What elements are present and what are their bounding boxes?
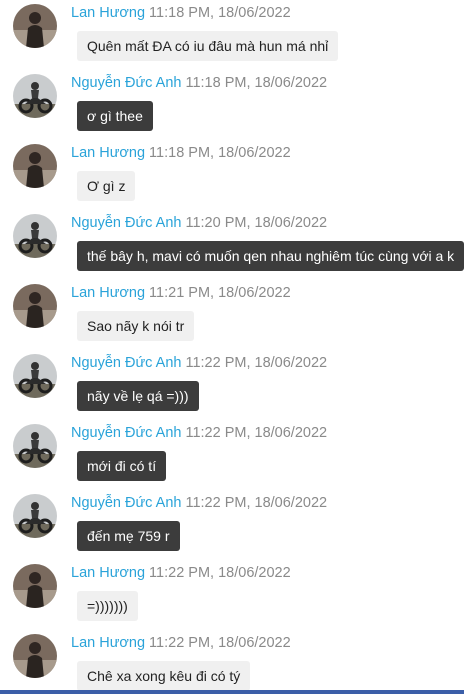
message-timestamp: 11:22 PM, 18/06/2022 — [185, 425, 328, 441]
message-header: Nguyễn Đức Anh 11:18 PM, 18/06/2022 — [71, 75, 327, 91]
sender-name[interactable]: Lan Hương — [71, 285, 145, 301]
message-timestamp: 11:20 PM, 18/06/2022 — [185, 215, 328, 231]
message-timestamp: 11:22 PM, 18/06/2022 — [149, 565, 291, 581]
chat-message: Nguyễn Đức Anh 11:22 PM, 18/06/2022 nãy v… — [0, 350, 464, 420]
message-timestamp: 11:22 PM, 18/06/2022 — [185, 495, 328, 511]
avatar-nguyen-duc-anh[interactable] — [13, 74, 57, 118]
message-bubble: Quên mất ĐA có iu đâu mà hun má nhỉ — [77, 31, 339, 61]
sender-name[interactable]: Lan Hương — [71, 5, 145, 21]
avatar-lan-huong[interactable] — [13, 144, 57, 188]
message-header: Lan Hương 11:21 PM, 18/06/2022 — [71, 285, 291, 301]
message-header: Lan Hương 11:18 PM, 18/06/2022 — [71, 5, 291, 21]
avatar-lan-huong[interactable] — [13, 284, 57, 328]
avatar-nguyen-duc-anh[interactable] — [13, 354, 57, 398]
message-timestamp: 11:21 PM, 18/06/2022 — [149, 285, 291, 301]
chat-message: Lan Hương 11:18 PM, 18/06/2022 Quên mất Đ… — [0, 0, 464, 70]
sender-name[interactable]: Nguyễn Đức Anh — [71, 215, 181, 231]
message-timestamp: 11:22 PM, 18/06/2022 — [185, 355, 328, 371]
message-bubble: Chê xa xong kêu đi có tý — [77, 661, 251, 691]
message-bubble: Ơ gì z — [77, 171, 136, 201]
avatar-lan-huong[interactable] — [13, 634, 57, 678]
avatar-nguyen-duc-anh[interactable] — [13, 424, 57, 468]
chat-message: Nguyễn Đức Anh 11:20 PM, 18/06/2022 thế b… — [0, 210, 464, 280]
sender-name[interactable]: Nguyễn Đức Anh — [71, 495, 181, 511]
chat-message: Lan Hương 11:18 PM, 18/06/2022 Ơ gì z — [0, 140, 464, 210]
chat-message: Lan Hương 11:21 PM, 18/06/2022 Sao nãy k … — [0, 280, 464, 350]
message-timestamp: 11:18 PM, 18/06/2022 — [185, 75, 328, 91]
message-bubble: ơ gì thee — [77, 101, 153, 131]
sender-name[interactable]: Lan Hương — [71, 145, 145, 161]
bottom-bar — [0, 690, 464, 694]
message-timestamp: 11:18 PM, 18/06/2022 — [149, 145, 291, 161]
message-header: Nguyễn Đức Anh 11:20 PM, 18/06/2022 — [71, 215, 327, 231]
message-bubble: =))))))) — [77, 591, 138, 621]
avatar-lan-huong[interactable] — [13, 4, 57, 48]
message-header: Lan Hương 11:22 PM, 18/06/2022 — [71, 635, 291, 651]
message-bubble: mới đi có tí — [77, 451, 167, 481]
avatar-lan-huong[interactable] — [13, 564, 57, 608]
message-timestamp: 11:18 PM, 18/06/2022 — [149, 5, 291, 21]
message-timestamp: 11:22 PM, 18/06/2022 — [149, 635, 291, 651]
sender-name[interactable]: Nguyễn Đức Anh — [71, 75, 181, 91]
message-header: Nguyễn Đức Anh 11:22 PM, 18/06/2022 — [71, 495, 327, 511]
chat-message-list[interactable]: Lan Hương 11:18 PM, 18/06/2022 Quên mất Đ… — [0, 0, 464, 691]
sender-name[interactable]: Lan Hương — [71, 635, 145, 651]
message-bubble: nãy về lẹ qá =))) — [77, 381, 199, 411]
chat-message: Nguyễn Đức Anh 11:18 PM, 18/06/2022 ơ gì … — [0, 70, 464, 140]
message-header: Nguyễn Đức Anh 11:22 PM, 18/06/2022 — [71, 425, 327, 441]
chat-message: Nguyễn Đức Anh 11:22 PM, 18/06/2022 đến m… — [0, 490, 464, 560]
sender-name[interactable]: Lan Hương — [71, 565, 145, 581]
message-header: Nguyễn Đức Anh 11:22 PM, 18/06/2022 — [71, 355, 327, 371]
avatar-nguyen-duc-anh[interactable] — [13, 214, 57, 258]
message-bubble: Sao nãy k nói tr — [77, 311, 195, 341]
avatar-nguyen-duc-anh[interactable] — [13, 494, 57, 538]
message-header: Lan Hương 11:22 PM, 18/06/2022 — [71, 565, 291, 581]
message-bubble: đến mẹ 759 r — [77, 521, 180, 551]
message-header: Lan Hương 11:18 PM, 18/06/2022 — [71, 145, 291, 161]
sender-name[interactable]: Nguyễn Đức Anh — [71, 355, 181, 371]
chat-message: Nguyễn Đức Anh 11:22 PM, 18/06/2022 mới đ… — [0, 420, 464, 490]
chat-message: Lan Hương 11:22 PM, 18/06/2022 =))))))) — [0, 560, 464, 630]
message-bubble: thế bây h, mavi có muốn qen nhau nghiêm … — [77, 241, 464, 271]
sender-name[interactable]: Nguyễn Đức Anh — [71, 425, 181, 441]
